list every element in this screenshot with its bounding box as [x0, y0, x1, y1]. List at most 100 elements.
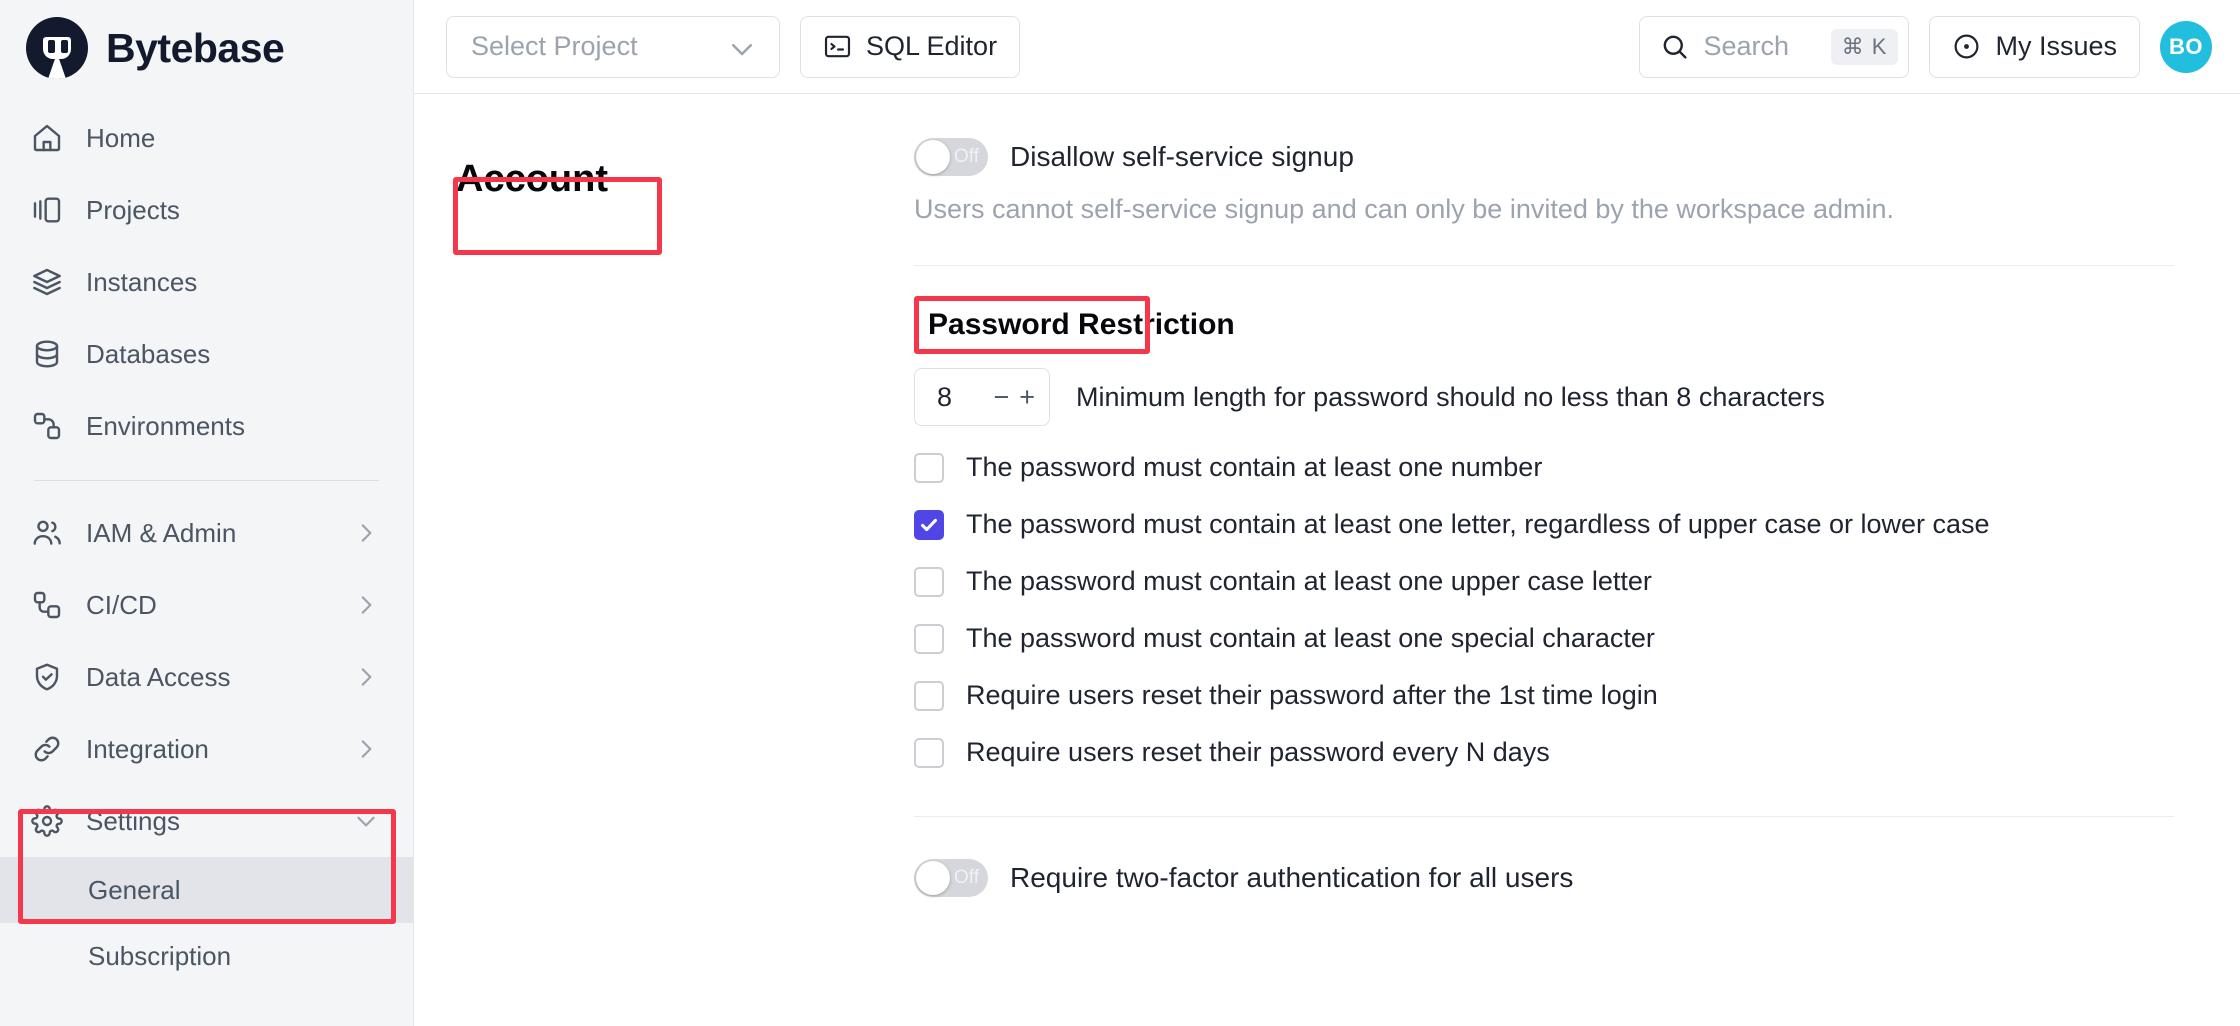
highlight-box-password-restriction	[914, 296, 1150, 354]
link-icon	[30, 732, 64, 766]
password-rule-row[interactable]: The password must contain at least one u…	[914, 566, 2174, 597]
terminal-icon	[823, 32, 852, 61]
brand-logo[interactable]: Bytebase	[0, 0, 413, 96]
avatar-initials: BO	[2169, 33, 2203, 59]
two-factor-label: Require two-factor authentication for al…	[1010, 862, 1574, 893]
chevron-down-icon[interactable]	[353, 808, 379, 834]
sidebar-item-home[interactable]: Home	[0, 102, 413, 174]
avatar[interactable]: BO	[2160, 20, 2212, 73]
sidebar-item-label: Settings	[86, 805, 180, 836]
sidebar-item-data-access[interactable]: Data Access	[0, 641, 413, 713]
password-rule-label: The password must contain at least one s…	[966, 623, 1655, 653]
sidebar-item-general[interactable]: General	[0, 857, 413, 923]
disallow-signup-toggle[interactable]: Off	[914, 138, 988, 176]
password-rule-checkbox[interactable]	[914, 452, 944, 483]
gear-icon	[30, 804, 64, 838]
chevron-right-icon[interactable]	[353, 736, 379, 762]
sidebar-item-subscription[interactable]: Subscription	[0, 923, 413, 989]
content-right-column: Off Disallow self-service signup Users c…	[914, 94, 2234, 1026]
sidebar-item-projects[interactable]: Projects	[0, 174, 413, 246]
password-rule-row[interactable]: Require users reset their password after…	[914, 680, 2174, 711]
password-restriction-heading-wrap: Password Restriction	[914, 296, 1249, 354]
chevron-right-icon[interactable]	[353, 520, 379, 546]
sidebar-item-integration[interactable]: Integration	[0, 713, 413, 785]
sidebar-item-label: Integration	[86, 733, 209, 764]
sidebar-item-label: Home	[86, 122, 156, 153]
toggle-state-label: Off	[954, 146, 979, 167]
content-divider	[914, 265, 2174, 266]
bytebase-logo-icon	[26, 17, 88, 79]
my-issues-button[interactable]: My Issues	[1929, 15, 2140, 78]
toggle-knob	[916, 140, 950, 174]
sidebar-subitem-label: Subscription	[88, 940, 232, 971]
sql-editor-button[interactable]: SQL Editor	[800, 15, 1021, 78]
password-rule-row[interactable]: Require users reset their password every…	[914, 737, 2174, 768]
highlight-box-account-heading	[453, 177, 662, 255]
min-length-row: 8 − + Minimum length for password should…	[914, 368, 2174, 426]
search-shortcut-badge: ⌘ K	[1830, 28, 1899, 65]
sidebar-item-label: Instances	[86, 266, 198, 297]
content-left-column: Account	[414, 94, 914, 1026]
projects-icon	[30, 193, 64, 227]
sidebar-item-databases[interactable]: Databases	[0, 318, 413, 390]
instances-icon	[30, 265, 64, 299]
sidebar-subitem-label: General	[88, 874, 181, 905]
two-factor-toggle[interactable]: Off	[914, 859, 988, 897]
sidebar-item-label: CI/CD	[86, 589, 157, 620]
min-length-stepper[interactable]: 8 − +	[914, 368, 1050, 426]
search-input[interactable]: Search ⌘ K	[1639, 15, 1910, 78]
sidebar-item-label: Databases	[86, 338, 211, 369]
password-rule-checkbox[interactable]	[914, 680, 944, 711]
sidebar-item-label: Projects	[86, 194, 180, 225]
sidebar-nav: Home Projects Instances Databases Enviro…	[0, 96, 413, 989]
password-rule-checkbox[interactable]	[914, 737, 944, 768]
stepper-increment-button[interactable]: +	[1019, 382, 1035, 413]
sidebar-item-iam-admin[interactable]: IAM & Admin	[0, 497, 413, 569]
password-rule-checkbox[interactable]	[914, 566, 944, 597]
password-rule-checkbox[interactable]	[914, 509, 944, 540]
min-length-value[interactable]: 8	[937, 382, 952, 413]
disallow-signup-label: Disallow self-service signup	[1010, 141, 1354, 172]
disallow-signup-row: Off Disallow self-service signup	[914, 138, 2174, 176]
toggle-knob	[916, 861, 950, 895]
stepper-decrement-button[interactable]: −	[993, 382, 1009, 413]
chevron-right-icon[interactable]	[353, 592, 379, 618]
stepper-ops: − +	[993, 382, 1035, 413]
password-rule-checkbox[interactable]	[914, 623, 944, 654]
two-factor-row: Off Require two-factor authentication fo…	[914, 859, 2174, 897]
users-icon	[30, 516, 64, 550]
home-icon	[30, 121, 64, 155]
password-rule-label: The password must contain at least one n…	[966, 452, 1543, 482]
sidebar-item-label: Environments	[86, 410, 245, 441]
environments-icon	[30, 409, 64, 443]
my-issues-label: My Issues	[1995, 31, 2117, 61]
sidebar-item-settings[interactable]: Settings	[0, 785, 413, 857]
brand-name: Bytebase	[106, 24, 285, 71]
sidebar-item-instances[interactable]: Instances	[0, 246, 413, 318]
password-rule-label: The password must contain at least one u…	[966, 566, 1652, 596]
password-rule-label: Require users reset their password every…	[966, 737, 1550, 767]
chevron-down-icon	[727, 34, 757, 60]
password-rule-row[interactable]: The password must contain at least one n…	[914, 452, 2174, 483]
sidebar-item-label: Data Access	[86, 661, 231, 692]
topbar: Select Project SQL Editor Search ⌘ K My …	[414, 0, 2240, 94]
sidebar-item-environments[interactable]: Environments	[0, 390, 413, 462]
search-placeholder: Search	[1703, 31, 1790, 61]
sidebar-item-cicd[interactable]: CI/CD	[0, 569, 413, 641]
sidebar-divider	[34, 480, 379, 481]
chevron-right-icon[interactable]	[353, 664, 379, 690]
password-rule-label: Require users reset their password after…	[966, 680, 1658, 710]
search-icon	[1660, 32, 1689, 61]
shield-check-icon	[30, 660, 64, 694]
sidebar: Bytebase Home Projects Instances Databas…	[0, 0, 414, 1026]
password-rule-row[interactable]: The password must contain at least one s…	[914, 623, 2174, 654]
sql-editor-label: SQL Editor	[866, 31, 998, 61]
password-rule-row[interactable]: The password must contain at least one l…	[914, 509, 2174, 540]
project-select-value: Select Project	[471, 31, 638, 61]
cicd-icon	[30, 588, 64, 622]
main-area: Select Project SQL Editor Search ⌘ K My …	[414, 0, 2240, 1026]
content-divider-2	[914, 816, 2174, 817]
toggle-state-label: Off	[954, 867, 979, 888]
app-root: Bytebase Home Projects Instances Databas…	[0, 0, 2240, 1026]
project-select[interactable]: Select Project	[446, 15, 780, 78]
